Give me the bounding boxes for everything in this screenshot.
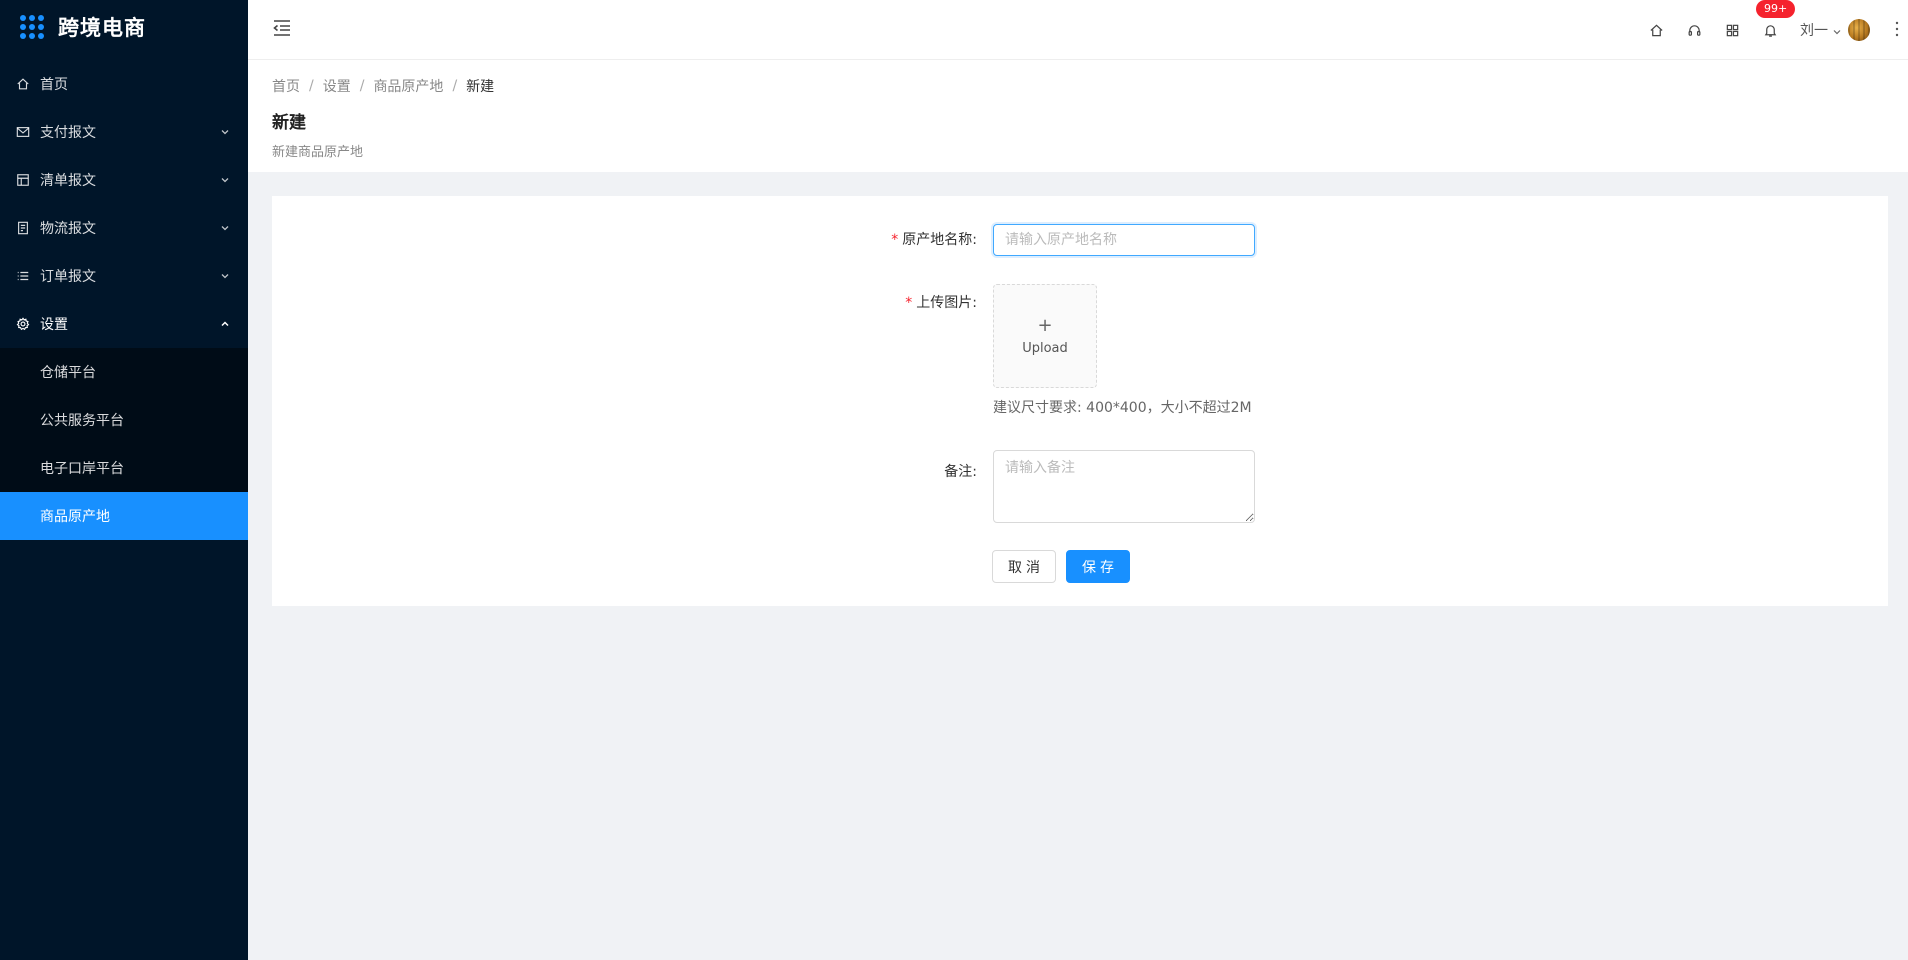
sidebar-item-label: 设置 [40,317,68,333]
logo[interactable]: 跨境电商 [0,0,248,54]
image-label-text: 上传图片: [916,295,977,311]
save-button[interactable]: 保存 [1066,550,1130,583]
sidebar-item-label: 清单报文 [40,173,96,189]
headset-icon[interactable] [1686,22,1702,38]
user-name: 刘一 [1800,23,1828,39]
breadcrumb-separator: / [359,78,365,94]
settings-submenu: 仓储平台 公共服务平台 电子口岸平台 商品原产地 [0,348,248,540]
sidebar-item-label: 首页 [40,77,68,93]
notifications[interactable]: 99+ [1756,0,1796,38]
sidebar-item-logistics[interactable]: 物流报文 [0,204,248,252]
breadcrumb-product-origin[interactable]: 商品原产地 [373,76,443,96]
container-icon [16,221,30,235]
sidebar-item-label: 订单报文 [40,269,96,285]
list-icon [16,269,30,283]
breadcrumb: 首页 / 设置 / 商品原产地 / 新建 [272,76,1884,96]
menu-fold-icon[interactable] [272,19,292,37]
sidebar-item-e-port[interactable]: 电子口岸平台 [0,444,248,492]
remark-label: 备注: [944,464,977,480]
home-icon[interactable] [1648,22,1664,38]
sidebar-item-public-service[interactable]: 公共服务平台 [0,396,248,444]
form-card: *原产地名称: *上传图片: + Upload 建议尺寸要求: 400*400，… [272,196,1888,606]
upload-label: Upload [1022,340,1068,356]
bell-icon [1762,22,1778,38]
image-label: * 上传图片: [905,292,977,312]
chevron-down-icon [220,223,230,233]
more-vertical-icon[interactable] [1894,20,1900,38]
chevron-up-icon [220,319,230,329]
breadcrumb-home[interactable]: 首页 [272,76,300,96]
chevron-down-icon [220,271,230,281]
breadcrumb-separator: / [309,78,314,94]
breadcrumb-current: 新建 [466,79,495,95]
sidebar-item-label: 支付报文 [40,125,96,141]
required-mark: * [905,295,913,311]
remark-textarea[interactable] [993,450,1255,523]
page-subtitle: 新建商品原产地 [272,145,364,160]
sidebar: 跨境电商 首页 支付报文 清单报文 物流报文 订单报文 设置 仓储平台 公共服务… [0,0,248,960]
origin-name-input[interactable] [993,224,1255,256]
breadcrumb-settings[interactable]: 设置 [323,76,351,96]
origin-name-label-text: 原产地名称: [902,232,977,248]
notification-badge: 99+ [1756,0,1796,18]
upload-button[interactable]: + Upload [993,284,1097,388]
sidebar-item-orders[interactable]: 订单报文 [0,252,248,300]
header-actions: 99+ 刘一 [1648,0,1908,60]
sidebar-item-label: 物流报文 [40,221,96,237]
sidebar-item-manifest[interactable]: 清单报文 [0,156,248,204]
chevron-down-icon [1832,25,1842,35]
sidebar-menu: 首页 支付报文 清单报文 物流报文 订单报文 设置 仓储平台 公共服务平台 电子… [0,60,248,540]
sidebar-item-product-origin[interactable]: 商品原产地 [0,492,248,540]
home-icon [16,77,30,91]
sidebar-item-home[interactable]: 首页 [0,60,248,108]
apps-grid-icon [20,15,44,39]
chevron-down-icon [220,127,230,137]
app-title: 跨境电商 [58,16,146,40]
page-title: 新建 [272,113,306,133]
user-menu[interactable]: 刘一 [1800,19,1870,41]
sidebar-item-settings[interactable]: 设置 [0,300,248,348]
sidebar-item-warehouse[interactable]: 仓储平台 [0,348,248,396]
apps-icon[interactable] [1724,22,1740,38]
upload-hint: 建议尺寸要求: 400*400，大小不超过2M [993,400,1252,416]
gear-icon [16,317,30,331]
required-mark: * [891,232,899,248]
breadcrumb-separator: / [452,78,458,94]
plus-icon: + [1037,314,1053,336]
sidebar-item-payment[interactable]: 支付报文 [0,108,248,156]
origin-name-label: * 原产地名称: [891,229,977,249]
cancel-button[interactable]: 取消 [992,550,1056,583]
avatar [1848,19,1870,41]
mail-icon [16,125,30,139]
page-header: 首页 / 设置 / 商品原产地 / 新建 新建 新建商品原产地 [248,60,1908,172]
top-header: 99+ 刘一 [248,0,1908,60]
chevron-down-icon [220,175,230,185]
table-icon [16,173,30,187]
